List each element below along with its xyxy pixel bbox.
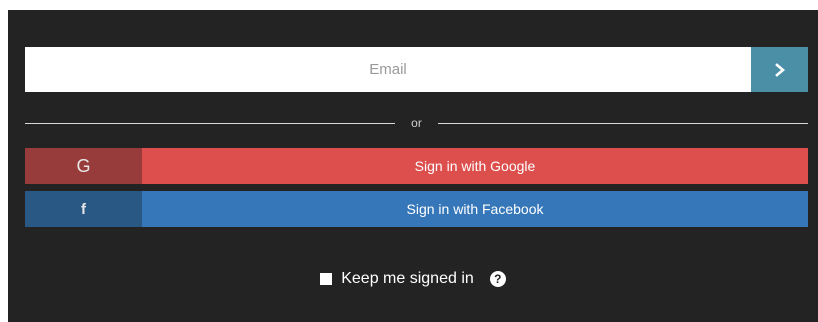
divider-line-right: [437, 122, 809, 124]
or-divider: or: [25, 113, 809, 133]
facebook-icon: f: [25, 191, 142, 227]
question-icon[interactable]: ?: [489, 271, 506, 287]
chevron-right-icon: [774, 62, 785, 77]
google-sign-in-label: Sign in with Google: [142, 148, 808, 184]
keep-signed-in-checkbox[interactable]: [320, 273, 333, 285]
keep-signed-in-label[interactable]: Keep me signed in: [341, 270, 474, 288]
google-sign-in-button[interactable]: G Sign in with Google: [25, 148, 808, 184]
google-icon: G: [25, 148, 142, 184]
keep-signed-in-row: Keep me signed in ?: [8, 267, 818, 291]
divider-text: or: [411, 116, 422, 130]
divider-line-left: [25, 122, 396, 124]
facebook-sign-in-label: Sign in with Facebook: [142, 191, 808, 227]
sign-in-panel: or G Sign in with Google f Sign in with …: [8, 10, 818, 322]
email-submit-button[interactable]: [751, 47, 808, 92]
facebook-sign-in-button[interactable]: f Sign in with Facebook: [25, 191, 808, 227]
email-row: [25, 47, 808, 92]
email-input[interactable]: [25, 47, 751, 92]
